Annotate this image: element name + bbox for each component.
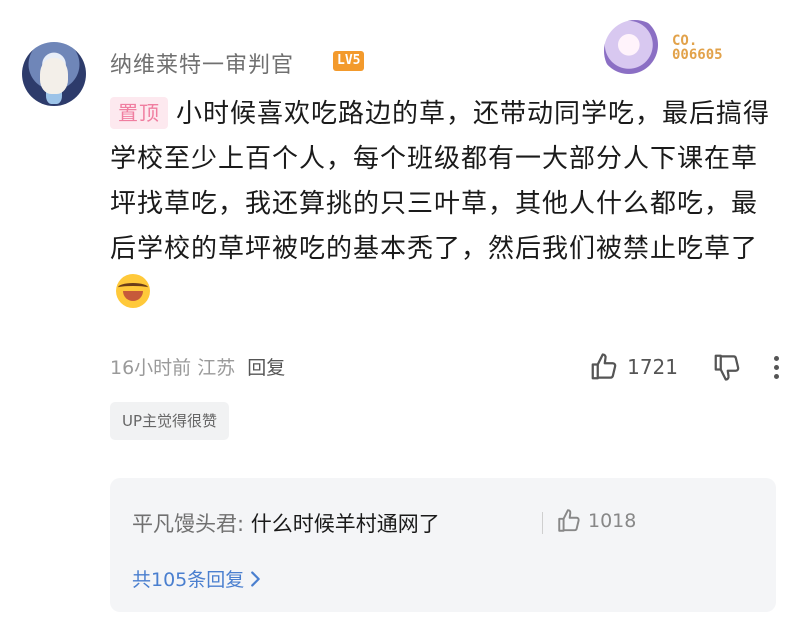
- reply-text: 什么时候羊村通网了: [250, 512, 440, 536]
- comment-text: 小时候喜欢吃路边的草，还带动同学吃，最后搞得学校至少上百个人，每个班级都有一大部…: [110, 99, 771, 264]
- replies-preview[interactable]: 平凡馒头君: 什么时候羊村通网了 1018 共105条回复: [110, 478, 776, 612]
- more-options-icon[interactable]: [774, 355, 780, 379]
- laughing-crying-emoji-icon: [116, 274, 150, 308]
- fan-medal-number: CO. 006605: [672, 33, 723, 63]
- reply-total-label: 共105条回复: [132, 569, 245, 591]
- like-button[interactable]: [589, 352, 619, 382]
- username[interactable]: 纳维莱特一审判官: [110, 47, 294, 79]
- like-count: 1721: [627, 355, 678, 379]
- reply-button[interactable]: 回复: [247, 357, 285, 379]
- view-all-replies-link[interactable]: 共105条回复: [132, 565, 266, 592]
- user-avatar[interactable]: [22, 42, 86, 106]
- fan-medal-avatar-icon: [604, 20, 666, 82]
- comment-time: 16小时前: [110, 357, 192, 379]
- thumbs-up-icon: [591, 353, 617, 380]
- divider: [542, 512, 543, 534]
- comment-meta: 16小时前 江苏 回复: [110, 353, 285, 380]
- comment-location: 江苏: [197, 357, 236, 379]
- thumbs-down-icon: [714, 354, 740, 381]
- reply-preview-line[interactable]: 平凡馒头君: 什么时候羊村通网了: [132, 508, 440, 538]
- thumbs-up-icon: [558, 509, 580, 532]
- comment-actions: 1721: [589, 350, 780, 384]
- pinned-badge: 置顶: [110, 97, 168, 129]
- reply-like-button[interactable]: 1018: [556, 508, 636, 534]
- reply-username[interactable]: 平凡馒头君:: [132, 512, 244, 536]
- level-badge: LV5: [333, 51, 365, 71]
- reply-like-count: 1018: [588, 510, 637, 532]
- comment-body: 置顶 小时候喜欢吃路边的草，还带动同学吃，最后搞得学校至少上百个人，每个班级都有一…: [110, 92, 770, 317]
- up-liked-tag: UP主觉得很赞: [110, 402, 230, 440]
- dislike-button[interactable]: [712, 352, 742, 382]
- chevron-right-icon: [251, 570, 261, 587]
- fan-medal-badge: CO. 006605: [604, 20, 744, 82]
